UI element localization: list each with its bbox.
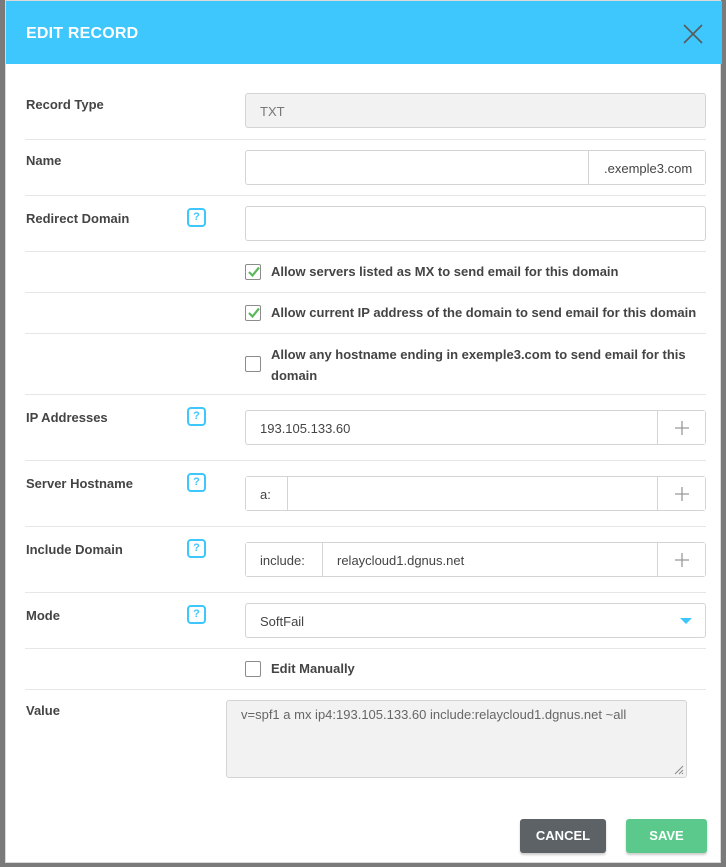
mode-selected-value: SoftFail — [260, 614, 305, 629]
help-icon[interactable]: ? — [187, 407, 206, 426]
allow-mx-label: Allow servers listed as MX to send email… — [271, 264, 619, 279]
ip-addresses-label: IP Addresses — [26, 410, 108, 425]
include-domain-label: Include Domain — [26, 542, 123, 557]
value-label: Value — [26, 703, 60, 718]
plus-icon — [675, 487, 689, 501]
include-domain-row: Include Domain ? include: relaycloud1.dg… — [25, 527, 706, 593]
resize-handle-icon[interactable] — [672, 763, 684, 775]
server-hostname-prefix: a: — [246, 477, 288, 510]
name-label: Name — [26, 153, 62, 168]
option-hostname-row: Allow any hostname ending in exemple3.co… — [25, 334, 706, 395]
name-row: Name .exemple3.com — [25, 140, 706, 196]
edit-manually-row: Edit Manually — [25, 649, 706, 690]
add-include-domain-button[interactable] — [657, 543, 705, 576]
cancel-button[interactable]: CANCEL — [520, 819, 606, 853]
add-hostname-button[interactable] — [657, 477, 705, 510]
mode-select[interactable]: SoftFail — [245, 603, 706, 638]
plus-icon — [675, 553, 689, 567]
edit-manually-checkbox[interactable] — [245, 661, 261, 677]
redirect-domain-input[interactable] — [245, 206, 706, 241]
ip-addresses-row: IP Addresses ? 193.105.133.60 — [25, 395, 706, 461]
record-type-label: Record Type — [26, 97, 104, 112]
help-icon[interactable]: ? — [187, 473, 206, 492]
redirect-domain-row: Redirect Domain ? — [25, 196, 706, 252]
record-type-field: TXT — [245, 93, 706, 128]
server-hostname-input-group: a: — [245, 476, 706, 511]
ip-addresses-input[interactable]: 193.105.133.60 — [246, 411, 657, 444]
mode-label: Mode — [26, 608, 60, 623]
check-icon — [248, 307, 260, 319]
dialog-header: EDIT RECORD — [6, 1, 722, 64]
dialog-title: EDIT RECORD — [26, 25, 139, 42]
allow-current-ip-label: Allow current IP address of the domain t… — [271, 305, 697, 320]
save-button[interactable]: SAVE — [626, 819, 707, 853]
plus-icon — [675, 421, 689, 435]
value-text: v=spf1 a mx ip4:193.105.133.60 include:r… — [241, 707, 627, 722]
redirect-domain-label: Redirect Domain — [26, 211, 130, 226]
dropdown-arrow-icon — [680, 618, 692, 624]
allow-mx-checkbox[interactable] — [245, 264, 261, 280]
edit-manually-label: Edit Manually — [271, 661, 355, 676]
option-mx-row: Allow servers listed as MX to send email… — [25, 252, 706, 293]
close-icon[interactable] — [682, 23, 704, 45]
include-domain-input-group: include: relaycloud1.dgnus.net — [245, 542, 706, 577]
mode-row: Mode ? SoftFail — [25, 593, 706, 649]
add-ip-button[interactable] — [657, 411, 705, 444]
include-domain-prefix: include: — [246, 543, 323, 576]
record-type-value: TXT — [260, 104, 285, 119]
allow-any-hostname-checkbox[interactable] — [245, 356, 261, 372]
check-icon — [248, 266, 260, 278]
allow-any-hostname-label: Allow any hostname ending in exemple3.co… — [271, 347, 686, 383]
help-icon[interactable]: ? — [187, 605, 206, 624]
option-ip-row: Allow current IP address of the domain t… — [25, 293, 706, 334]
server-hostname-label: Server Hostname — [26, 476, 133, 491]
server-hostname-row: Server Hostname ? a: — [25, 461, 706, 527]
server-hostname-input[interactable] — [288, 477, 657, 510]
help-icon[interactable]: ? — [187, 208, 206, 227]
name-suffix: .exemple3.com — [588, 151, 705, 184]
value-textarea[interactable]: v=spf1 a mx ip4:193.105.133.60 include:r… — [226, 700, 687, 778]
edit-record-dialog: EDIT RECORD Record Type TXT Name .exempl… — [5, 0, 722, 863]
help-icon[interactable]: ? — [187, 539, 206, 558]
record-type-row: Record Type TXT — [25, 64, 706, 140]
include-domain-input[interactable]: relaycloud1.dgnus.net — [323, 543, 657, 576]
name-input-group: .exemple3.com — [245, 150, 706, 185]
allow-current-ip-checkbox[interactable] — [245, 305, 261, 321]
ip-addresses-input-group: 193.105.133.60 — [245, 410, 706, 445]
name-input[interactable] — [246, 151, 588, 184]
